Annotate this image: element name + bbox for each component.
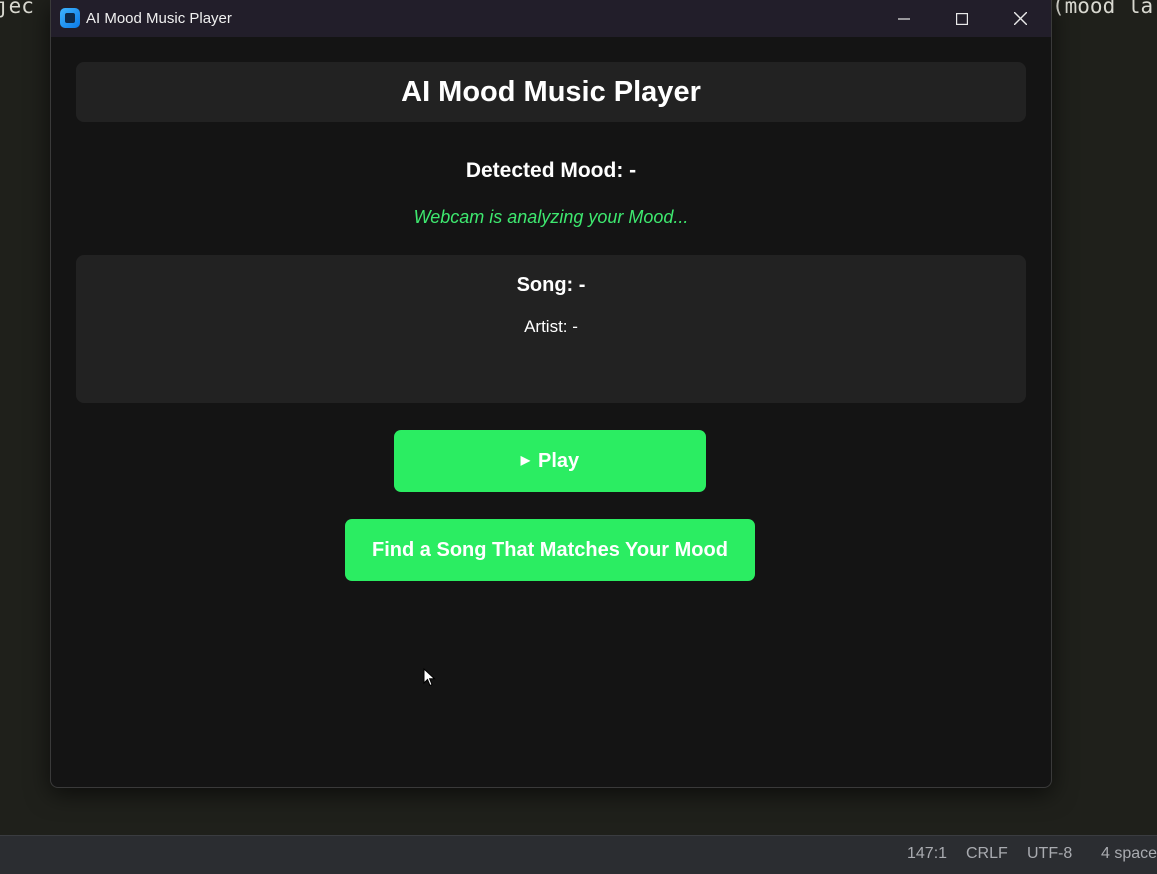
minimize-icon (898, 17, 910, 20)
maximize-button[interactable] (933, 0, 991, 37)
detected-mood-label: Detected Mood: - (465, 159, 637, 182)
mouse-pointer-icon (423, 668, 436, 687)
song-label: Song: - (516, 274, 586, 296)
background-code-right: (mood la (1052, 0, 1154, 18)
editor-status-bar: 147:1 CRLF UTF-8 4 space (0, 835, 1157, 874)
play-button-label: Play (538, 449, 580, 472)
close-button[interactable] (991, 0, 1049, 37)
song-info-card: Song: - Artist: - (76, 255, 1026, 403)
minimize-button[interactable] (875, 0, 933, 37)
find-song-button[interactable]: Find a Song That Matches Your Mood (345, 519, 755, 581)
find-song-button-label: Find a Song That Matches Your Mood (372, 538, 728, 561)
header-card: AI Mood Music Player (76, 62, 1026, 122)
artist-label: Artist: - (524, 317, 578, 336)
window-titlebar[interactable]: AI Mood Music Player (51, 0, 1051, 37)
file-encoding[interactable]: UTF-8 (1027, 845, 1072, 863)
background-code-left: jec (0, 0, 34, 18)
analysis-status-text: Webcam is analyzing your Mood... (413, 207, 689, 227)
line-ending[interactable]: CRLF (966, 845, 1008, 863)
app-icon (60, 8, 80, 28)
window-title: AI Mood Music Player (86, 10, 232, 27)
app-window: AI Mood Music Player AI Mood Music Playe… (50, 0, 1052, 788)
play-button[interactable]: ▶ Play (394, 430, 706, 492)
play-icon: ▶ (520, 453, 531, 467)
page-title: AI Mood Music Player (401, 75, 701, 108)
maximize-icon (956, 12, 968, 25)
indentation[interactable]: 4 space (1101, 845, 1157, 863)
close-icon (1013, 12, 1027, 25)
cursor-position[interactable]: 147:1 (907, 845, 947, 863)
